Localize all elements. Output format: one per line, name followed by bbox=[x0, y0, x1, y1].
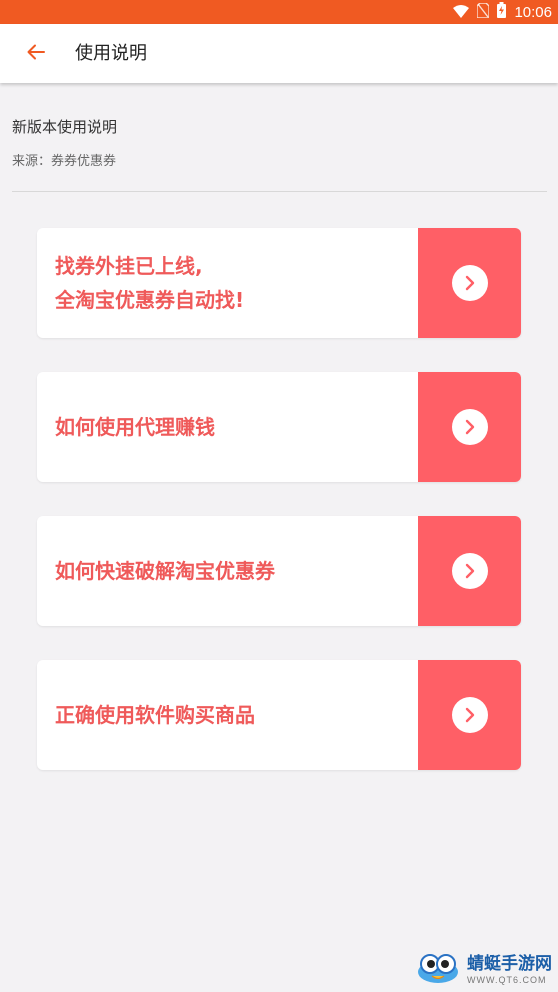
chevron-right-icon bbox=[451, 265, 488, 301]
card-go-button[interactable] bbox=[418, 660, 521, 770]
card-line: 找券外挂已上线, bbox=[55, 254, 203, 278]
document-title: 新版本使用说明 bbox=[12, 118, 118, 136]
watermark-text: 蜻蜓手游网 WWW.QT6.COM bbox=[467, 954, 552, 986]
guide-card-agent-earn[interactable]: 如何使用代理赚钱 bbox=[37, 372, 521, 482]
watermark-name: 蜻蜓手游网 bbox=[467, 954, 552, 974]
card-text: 正确使用软件购买商品 bbox=[55, 660, 405, 770]
status-time: 10:06 bbox=[514, 3, 552, 21]
chevron-right-icon bbox=[451, 697, 488, 733]
back-button[interactable] bbox=[18, 36, 54, 72]
dragonfly-logo-icon bbox=[415, 952, 461, 988]
watermark: 蜻蜓手游网 WWW.QT6.COM bbox=[415, 952, 552, 988]
status-icons: 10:06 bbox=[453, 0, 552, 24]
card-text: 如何使用代理赚钱 bbox=[55, 372, 405, 482]
card-text: 找券外挂已上线, 全淘宝优惠券自动找! bbox=[55, 228, 405, 338]
guide-card-crack-coupon[interactable]: 如何快速破解淘宝优惠券 bbox=[37, 516, 521, 626]
arrow-left-icon bbox=[27, 44, 45, 64]
watermark-url: WWW.QT6.COM bbox=[467, 975, 547, 985]
divider bbox=[12, 191, 547, 192]
chevron-right-icon bbox=[451, 553, 488, 589]
card-go-button[interactable] bbox=[418, 516, 521, 626]
card-go-button[interactable] bbox=[418, 228, 521, 338]
document-source: 来源：券券优惠券 bbox=[12, 154, 117, 169]
app-bar: 使用说明 bbox=[0, 24, 558, 83]
card-line: 全淘宝优惠券自动找! bbox=[55, 288, 245, 312]
page-title: 使用说明 bbox=[75, 43, 147, 64]
chevron-right-icon bbox=[451, 409, 488, 445]
battery-charging-icon bbox=[497, 2, 507, 22]
card-line: 如何使用代理赚钱 bbox=[55, 415, 215, 439]
card-go-button[interactable] bbox=[418, 372, 521, 482]
card-line: 如何快速破解淘宝优惠券 bbox=[55, 559, 275, 583]
no-sim-icon bbox=[476, 1, 491, 22]
wifi-icon bbox=[453, 3, 470, 22]
status-bar: 10:06 bbox=[0, 0, 558, 24]
guide-card-buy-goods[interactable]: 正确使用软件购买商品 bbox=[37, 660, 521, 770]
card-text: 如何快速破解淘宝优惠券 bbox=[55, 516, 405, 626]
card-line: 正确使用软件购买商品 bbox=[55, 703, 255, 727]
guide-card-coupon-plugin[interactable]: 找券外挂已上线, 全淘宝优惠券自动找! bbox=[37, 228, 521, 338]
